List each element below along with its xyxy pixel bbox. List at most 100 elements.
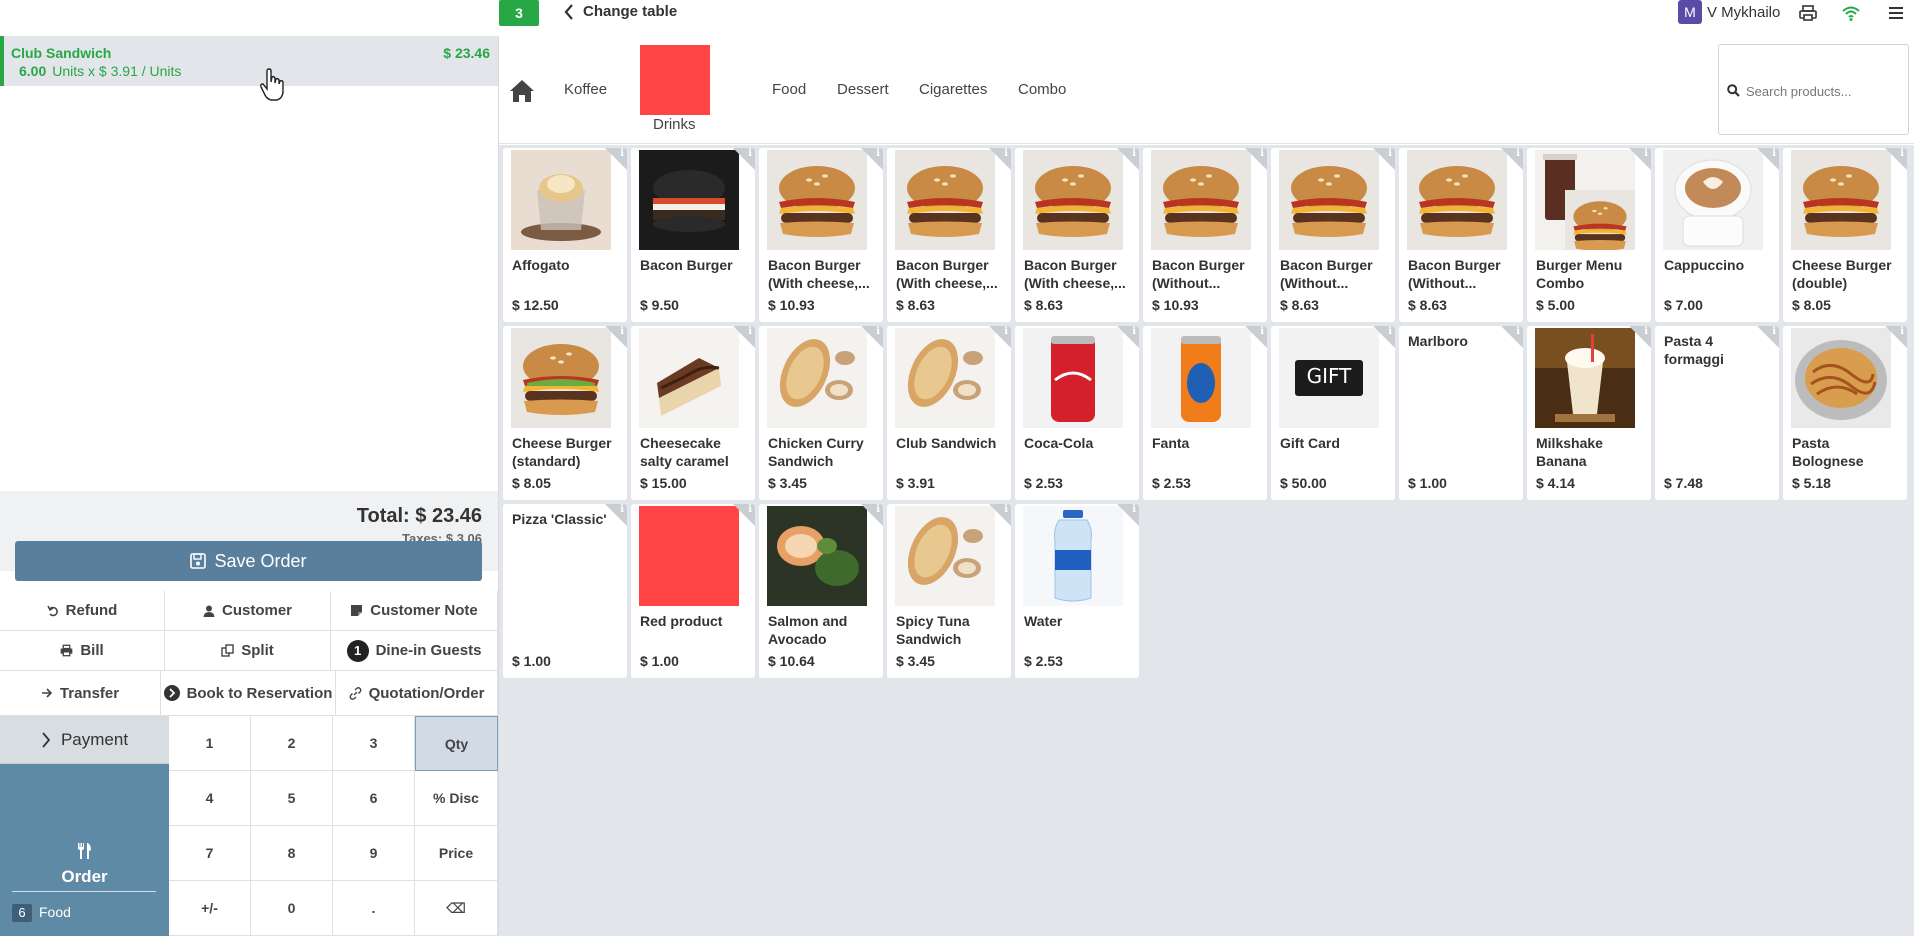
home-icon[interactable] xyxy=(509,79,535,103)
order-line[interactable]: Club Sandwich $ 23.46 6.00 Units x $ 3.91… xyxy=(0,36,498,101)
product-card[interactable]: i Bacon Burger $ 9.50 xyxy=(631,148,755,322)
quotation-order-button[interactable]: Quotation/Order xyxy=(336,671,498,716)
customer-note-button[interactable]: Customer Note xyxy=(331,591,498,631)
dine-in-guests-button[interactable]: 1 Dine-in Guests xyxy=(331,631,498,671)
transfer-button[interactable]: Transfer xyxy=(0,671,161,716)
search-box[interactable] xyxy=(1718,44,1909,135)
category-food[interactable]: Food xyxy=(772,81,806,98)
product-card[interactable]: i Club Sandwich $ 3.91 xyxy=(887,326,1011,500)
info-icon[interactable]: i xyxy=(1644,326,1648,337)
numpad-key-1[interactable]: 1 xyxy=(169,716,251,771)
split-button[interactable]: Split xyxy=(165,631,331,671)
category-combo[interactable]: Combo xyxy=(1018,81,1066,98)
product-card[interactable]: i Pizza 'Classic' $ 1.00 xyxy=(503,504,627,678)
product-card[interactable]: i Bacon Burger (Without... $ 10.93 xyxy=(1143,148,1267,322)
numpad-key-8[interactable]: 8 xyxy=(251,826,333,881)
product-card[interactable]: i Salmon and Avocado $ 10.64 xyxy=(759,504,883,678)
category-dessert[interactable]: Dessert xyxy=(837,81,889,98)
category-cigarettes[interactable]: Cigarettes xyxy=(919,81,987,98)
save-order-button[interactable]: Save Order xyxy=(15,541,482,581)
product-card[interactable]: i Pasta Bolognese $ 5.18 xyxy=(1783,326,1907,500)
category-koffee[interactable]: Koffee xyxy=(564,81,607,98)
product-image xyxy=(1791,328,1891,428)
numpad-qty-button[interactable]: Qty xyxy=(415,716,498,771)
refund-button[interactable]: Refund xyxy=(0,591,165,631)
numpad-key-5[interactable]: 5 xyxy=(251,771,333,826)
product-card[interactable]: i Water $ 2.53 xyxy=(1015,504,1139,678)
payment-button[interactable]: Payment xyxy=(0,716,169,764)
numpad-key-4[interactable]: 4 xyxy=(169,771,251,826)
product-card[interactable]: i Bacon Burger (With cheese,... $ 8.63 xyxy=(887,148,1011,322)
product-card[interactable]: i Cappuccino $ 7.00 xyxy=(1655,148,1779,322)
customer-button[interactable]: Customer xyxy=(165,591,331,631)
product-image xyxy=(1535,150,1635,250)
numpad-key-2[interactable]: 2 xyxy=(251,716,333,771)
info-icon[interactable]: i xyxy=(876,326,880,337)
info-icon[interactable]: i xyxy=(876,148,880,159)
info-icon[interactable]: i xyxy=(620,326,624,337)
category-drinks-image[interactable] xyxy=(640,45,710,115)
search-input[interactable] xyxy=(1746,81,1904,101)
product-card[interactable]: i Affogato $ 12.50 xyxy=(503,148,627,322)
product-card[interactable]: i Coca-Cola $ 2.53 xyxy=(1015,326,1139,500)
numpad-key-3[interactable]: 3 xyxy=(333,716,415,771)
product-card[interactable]: i Cheese Burger (double) $ 8.05 xyxy=(1783,148,1907,322)
info-icon[interactable]: i xyxy=(876,504,880,515)
product-card[interactable]: GIFT i Gift Card $ 50.00 xyxy=(1271,326,1395,500)
product-card[interactable]: i Bacon Burger (Without... $ 8.63 xyxy=(1399,148,1523,322)
info-icon[interactable]: i xyxy=(748,148,752,159)
product-card[interactable]: i Milkshake Banana $ 4.14 xyxy=(1527,326,1651,500)
info-icon[interactable]: i xyxy=(1388,326,1392,337)
numpad-price-button[interactable]: Price xyxy=(415,826,498,881)
product-card[interactable]: i Bacon Burger (With cheese,... $ 10.93 xyxy=(759,148,883,322)
product-card[interactable]: i Burger Menu Combo $ 5.00 xyxy=(1527,148,1651,322)
info-icon[interactable]: i xyxy=(1004,148,1008,159)
product-card[interactable]: i Bacon Burger (Without... $ 8.63 xyxy=(1271,148,1395,322)
numpad-discount-button[interactable]: % Disc xyxy=(415,771,498,826)
book-to-reservation-button[interactable]: Book to Reservation xyxy=(161,671,336,716)
product-card[interactable]: i Marlboro $ 1.00 xyxy=(1399,326,1523,500)
change-table-button[interactable]: Change table xyxy=(563,3,677,20)
product-name: Marlboro xyxy=(1408,333,1468,349)
product-card[interactable]: i Chicken Curry Sandwich $ 3.45 xyxy=(759,326,883,500)
info-icon[interactable]: i xyxy=(1132,148,1136,159)
product-card[interactable]: i Pasta 4 formaggi $ 7.48 xyxy=(1655,326,1779,500)
info-icon[interactable]: i xyxy=(1004,326,1008,337)
numpad-decimal-button[interactable]: . xyxy=(333,881,415,936)
product-card[interactable]: i Bacon Burger (With cheese,... $ 8.63 xyxy=(1015,148,1139,322)
product-card[interactable]: i Cheese Burger (standard) $ 8.05 xyxy=(503,326,627,500)
order-category-panel[interactable]: Order 6 Food xyxy=(0,764,169,936)
info-icon[interactable]: i xyxy=(748,504,752,515)
info-icon[interactable]: i xyxy=(1388,148,1392,159)
info-icon[interactable]: i xyxy=(1004,504,1008,515)
info-icon[interactable]: i xyxy=(620,148,624,159)
numpad-key-7[interactable]: 7 xyxy=(169,826,251,881)
numpad-sign-button[interactable]: +/- xyxy=(169,881,251,936)
info-icon[interactable]: i xyxy=(1516,148,1520,159)
product-card[interactable]: i Fanta $ 2.53 xyxy=(1143,326,1267,500)
info-icon[interactable]: i xyxy=(1132,504,1136,515)
printer-icon[interactable] xyxy=(1798,3,1818,23)
numpad-key-9[interactable]: 9 xyxy=(333,826,415,881)
numpad-key-6[interactable]: 6 xyxy=(333,771,415,826)
info-icon[interactable]: i xyxy=(748,326,752,337)
numpad-backspace-button[interactable]: ⌫ xyxy=(415,881,498,936)
avatar[interactable]: M xyxy=(1678,0,1702,24)
info-icon[interactable]: i xyxy=(1772,148,1776,159)
info-icon[interactable]: i xyxy=(1132,326,1136,337)
info-icon[interactable]: i xyxy=(1644,148,1648,159)
info-icon[interactable]: i xyxy=(1260,326,1264,337)
wifi-icon[interactable] xyxy=(1841,3,1861,23)
product-card[interactable]: i Cheesecake salty caramel $ 15.00 xyxy=(631,326,755,500)
info-icon[interactable]: i xyxy=(1260,148,1264,159)
info-icon[interactable]: i xyxy=(1900,326,1904,337)
user-name[interactable]: V Mykhailo xyxy=(1707,4,1780,21)
product-card[interactable]: i Spicy Tuna Sandwich $ 3.45 xyxy=(887,504,1011,678)
product-card[interactable]: i Red product $ 1.00 xyxy=(631,504,755,678)
info-icon[interactable]: i xyxy=(1900,148,1904,159)
menu-icon[interactable] xyxy=(1886,3,1906,23)
category-drinks[interactable]: Drinks xyxy=(653,116,696,133)
table-number-badge[interactable]: 3 xyxy=(499,0,539,26)
numpad-key-0[interactable]: 0 xyxy=(251,881,333,936)
bill-button[interactable]: Bill xyxy=(0,631,165,671)
